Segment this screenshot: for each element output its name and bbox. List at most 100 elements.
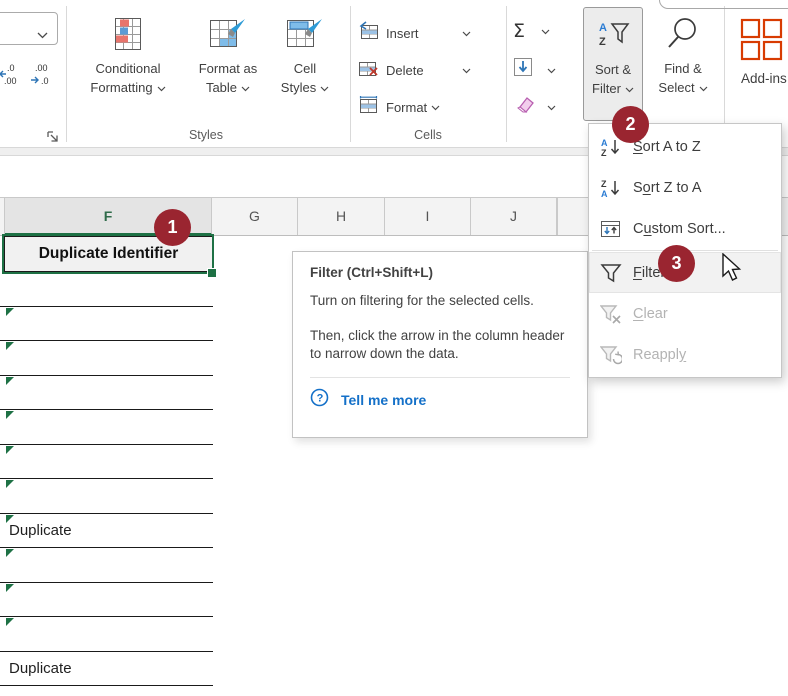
excel-window: .0 .00 .00 .0	[0, 0, 788, 696]
decrease-decimal-button[interactable]: .00 .0	[29, 60, 56, 90]
column-header-j[interactable]: J	[471, 198, 557, 235]
chevron-down-icon	[37, 26, 48, 44]
insert-cells-icon	[358, 21, 379, 46]
conditional-formatting-button[interactable]: Conditional Formatting	[74, 7, 182, 121]
error-indicator-triangle	[6, 446, 14, 454]
menu-item-custom-sort[interactable]: Custom Sort...	[589, 208, 781, 249]
chevron-down-icon	[625, 79, 634, 98]
error-indicator-triangle	[6, 584, 14, 592]
error-indicator-triangle	[6, 515, 14, 523]
fill-button[interactable]	[513, 57, 556, 82]
delete-cells-button[interactable]: Delete	[358, 57, 424, 83]
tooltip-body-2: Then, click the arrow in the column head…	[310, 327, 570, 364]
add-ins-button[interactable]: Add-ins	[734, 7, 788, 121]
sort-and-filter-button[interactable]: A Z Sort & Filter	[583, 7, 643, 121]
svg-text:A: A	[601, 138, 608, 148]
chevron-down-icon	[462, 24, 471, 42]
format-cells-icon	[358, 95, 379, 120]
format-as-table-icon	[209, 16, 247, 52]
table-row[interactable]	[0, 307, 213, 342]
az-funnel-icon: A Z	[596, 17, 630, 53]
reapply-filter-icon	[600, 345, 622, 365]
clear-button[interactable]	[513, 94, 556, 119]
table-row[interactable]	[0, 479, 213, 514]
help-question-icon: ?	[310, 388, 329, 412]
sigma-icon: Σ	[513, 20, 525, 42]
svg-text:.00: .00	[4, 76, 17, 86]
menu-item-reapply: Reapply	[589, 334, 781, 375]
clear-filter-icon	[600, 304, 622, 324]
cropped-panel-corner	[659, 0, 788, 9]
fill-handle[interactable]	[207, 268, 217, 278]
error-indicator-triangle	[6, 480, 14, 488]
chevron-down-icon	[547, 61, 556, 79]
table-row[interactable]	[0, 410, 213, 445]
chevron-down-icon	[431, 98, 440, 116]
cell-text: Duplicate	[0, 514, 213, 548]
autosum-button[interactable]: Σ	[513, 20, 550, 42]
table-row[interactable]	[0, 341, 213, 376]
error-indicator-triangle	[6, 549, 14, 557]
svg-text:.00: .00	[35, 63, 48, 73]
find-and-select-button[interactable]: Find & Select	[646, 7, 720, 121]
number-dialog-launcher-icon[interactable]	[46, 130, 61, 145]
tooltip-body-1: Turn on filtering for the selected cells…	[310, 292, 570, 311]
table-row[interactable]	[0, 617, 213, 652]
tell-me-more-link[interactable]: ? Tell me more	[310, 388, 570, 412]
svg-text:A: A	[601, 189, 608, 198]
eraser-icon	[513, 94, 535, 119]
error-indicator-triangle	[6, 377, 14, 385]
format-as-table-button[interactable]: Format as Table	[184, 7, 272, 121]
chevron-down-icon	[462, 61, 471, 79]
menu-item-label: Clear	[633, 306, 668, 322]
cell-styles-icon	[286, 16, 324, 52]
error-indicator-triangle	[6, 411, 14, 419]
styles-group-label: Styles	[74, 128, 338, 142]
increase-decimal-button[interactable]: .0 .00	[0, 60, 25, 90]
menu-item-label: Sort Z to A	[633, 180, 702, 196]
table-row[interactable]	[0, 548, 213, 583]
error-indicator-triangle	[6, 618, 14, 626]
menu-item-clear: Clear	[589, 293, 781, 334]
table-row[interactable]	[0, 583, 213, 618]
svg-text:Z: Z	[601, 148, 607, 157]
step-badge-2: 2	[612, 106, 649, 143]
custom-sort-icon	[600, 219, 622, 239]
tooltip-divider	[310, 377, 570, 378]
filter-tooltip: Filter (Ctrl+Shift+L) Turn on filtering …	[292, 251, 588, 438]
table-row[interactable]	[0, 376, 213, 411]
svg-text:A: A	[599, 22, 607, 34]
conditional-formatting-icon	[111, 16, 145, 52]
svg-text:Z: Z	[601, 179, 607, 189]
svg-text:Z: Z	[599, 36, 606, 48]
filter-icon	[600, 263, 622, 283]
search-icon	[665, 16, 701, 52]
insert-cells-button[interactable]: Insert	[358, 20, 419, 46]
table-row[interactable]: Duplicate	[0, 652, 213, 687]
chevron-down-icon	[157, 78, 166, 97]
svg-text:.0: .0	[41, 76, 49, 86]
delete-cells-icon	[358, 58, 379, 83]
svg-text:.0: .0	[7, 63, 15, 73]
chevron-down-icon	[699, 78, 708, 97]
chevron-down-icon	[547, 98, 556, 116]
table-row[interactable]: Duplicate	[0, 514, 213, 549]
column-header-h[interactable]: H	[298, 198, 385, 235]
chevron-down-icon	[541, 22, 550, 40]
step-badge-1: 1	[154, 209, 191, 246]
column-header-g[interactable]: G	[212, 198, 298, 235]
error-indicator-triangle	[6, 308, 14, 316]
menu-item-sort-z-to-a[interactable]: ZA Sort Z to A	[589, 167, 781, 208]
fill-down-icon	[513, 57, 533, 82]
menu-item-label: Sort A to Z	[633, 139, 701, 155]
table-row[interactable]	[0, 272, 213, 307]
table-row[interactable]	[0, 445, 213, 480]
column-header-i[interactable]: I	[385, 198, 471, 235]
chevron-down-icon	[320, 78, 329, 97]
format-cells-button[interactable]: Format	[358, 94, 440, 120]
cell-styles-button[interactable]: Cell Styles	[272, 7, 338, 121]
number-format-combo[interactable]	[0, 12, 58, 45]
cells-group-label: Cells	[358, 128, 498, 142]
error-indicator-triangle	[6, 342, 14, 350]
chevron-down-icon	[241, 78, 250, 97]
